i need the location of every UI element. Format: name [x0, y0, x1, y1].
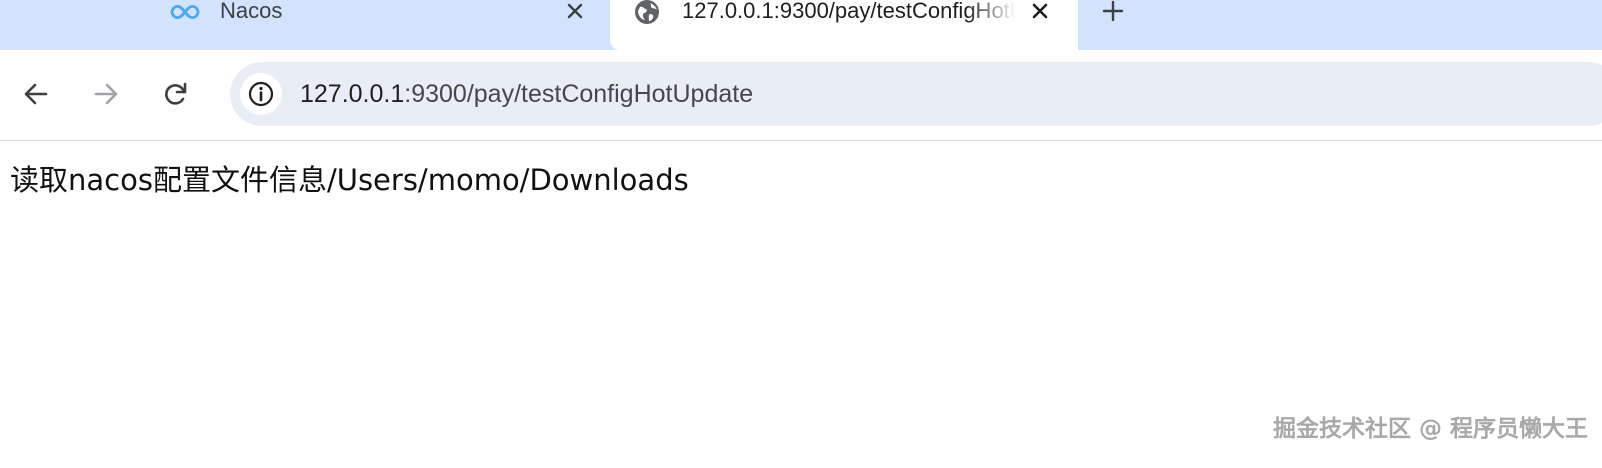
- tab-strip: Nacos 127.0.0.1:9300/pay/testConfigHotUp…: [0, 0, 1602, 50]
- close-icon[interactable]: [1027, 0, 1053, 24]
- info-icon[interactable]: [240, 73, 282, 115]
- back-arrow-icon[interactable]: [18, 76, 54, 112]
- tab-title: 127.0.0.1:9300/pay/testConfigHotUpdate: [682, 0, 1016, 23]
- globe-icon: [632, 0, 662, 24]
- forward-arrow-icon[interactable]: [88, 76, 124, 112]
- url-host: 127.0.0.1: [300, 80, 405, 108]
- tab-title: Nacos: [220, 0, 283, 23]
- page-body-text: 读取nacos配置文件信息/Users/momo/Downloads: [10, 163, 689, 197]
- reload-icon[interactable]: [158, 76, 194, 112]
- plus-icon[interactable]: [1098, 0, 1128, 26]
- nacos-logo-icon: [170, 0, 200, 24]
- tab-active-page[interactable]: 127.0.0.1:9300/pay/testConfigHotUpdate: [620, 0, 1078, 50]
- url-path: :9300/pay/testConfigHotUpdate: [404, 80, 754, 108]
- close-icon[interactable]: [562, 0, 588, 24]
- tab-nacos[interactable]: Nacos: [140, 0, 620, 50]
- address-bar[interactable]: 127.0.0.1:9300/pay/testConfigHotUpdate: [230, 62, 1602, 126]
- watermark: 掘金技术社区 @ 程序员懒大王: [1272, 416, 1588, 442]
- toolbar-divider: [0, 140, 1602, 141]
- browser-toolbar: 127.0.0.1:9300/pay/testConfigHotUpdate: [0, 50, 1602, 140]
- url-text[interactable]: 127.0.0.1:9300/pay/testConfigHotUpdate: [300, 79, 753, 109]
